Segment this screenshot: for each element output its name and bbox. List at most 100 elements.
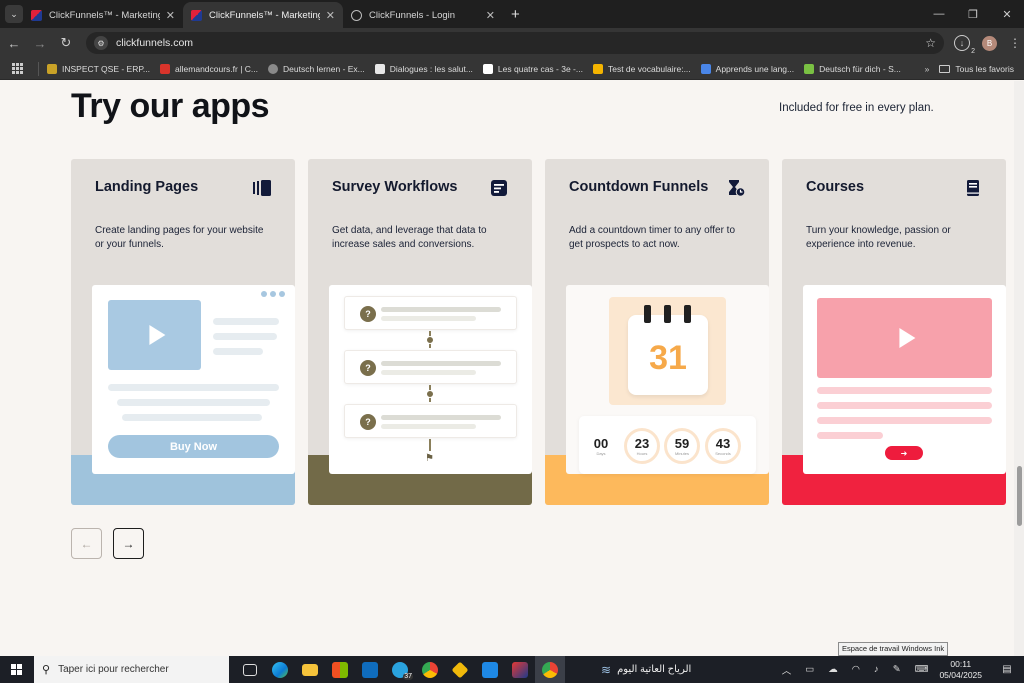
download-count: 2 — [971, 48, 975, 55]
bookmark-item[interactable]: Dialogues : les salut... — [374, 63, 473, 74]
page-title: Try our apps — [71, 87, 270, 125]
close-tab-icon[interactable]: ✕ — [166, 9, 175, 22]
restore-icon[interactable]: ❐ — [956, 0, 990, 28]
profile-avatar[interactable]: B — [982, 35, 997, 51]
volume-icon[interactable]: ♪ — [874, 664, 879, 675]
page-scrollbar[interactable] — [1014, 81, 1024, 656]
all-bookmarks-button[interactable]: Tous les favoris — [939, 64, 1014, 74]
close-tab-icon[interactable]: ✕ — [486, 9, 495, 22]
onedrive-icon[interactable]: ☁ — [828, 664, 838, 675]
placeholder-line — [817, 432, 883, 439]
dots-icon — [261, 291, 285, 297]
app-card-landing-pages[interactable]: Landing Pages Create landing pages for y… — [71, 159, 295, 505]
bookmark-star-icon[interactable]: ☆ — [925, 36, 936, 50]
app-card-countdown-funnels[interactable]: Countdown Funnels Add a countdown timer … — [545, 159, 769, 505]
card-title: Courses — [806, 179, 865, 195]
carousel-next-button[interactable]: → — [113, 528, 144, 559]
bookmark-label: Les quatre cas - 3e -... — [497, 63, 583, 74]
placeholder-line — [117, 399, 270, 406]
forward-icon[interactable]: → — [28, 31, 52, 55]
chrome-icon[interactable] — [415, 656, 445, 683]
timer-label: Seconds — [715, 451, 731, 456]
taskbar-clock[interactable]: 00:11 05/04/2025 — [939, 659, 982, 681]
binance-icon[interactable] — [445, 656, 475, 683]
close-window-icon[interactable]: ✕ — [990, 0, 1024, 28]
timer-label: Hours — [636, 451, 648, 456]
app-card-courses[interactable]: Courses Turn your knowledge, passion or … — [782, 159, 1006, 505]
placeholder-line — [817, 417, 992, 424]
app-blue-icon[interactable] — [475, 656, 505, 683]
notifications-icon[interactable]: ▤ — [997, 664, 1017, 675]
taskbar-search-input[interactable]: ⚲ Taper ici pour rechercher — [34, 656, 229, 683]
task-view-icon[interactable] — [235, 656, 265, 683]
hourglass-icon — [729, 180, 745, 197]
meet-now-icon[interactable]: ▭ — [805, 664, 814, 675]
bookmark-label: Deutsch lernen - Ex... — [283, 63, 365, 74]
download-icon[interactable]: ↓ 2 — [954, 35, 975, 55]
bookmark-item[interactable]: Apprends une lang... — [700, 63, 794, 74]
scrollbar-thumb[interactable] — [1017, 466, 1022, 526]
bookmark-item[interactable]: Deutsch lernen - Ex... — [268, 63, 365, 74]
calendar-icon: 31 — [628, 305, 708, 395]
wifi-icon[interactable]: ◠ — [852, 664, 860, 675]
calendar-ring — [664, 305, 671, 323]
new-tab-button[interactable]: + — [511, 6, 520, 23]
weather-text: الرياح العاتية اليوم — [617, 664, 692, 675]
globe-favicon — [351, 9, 362, 21]
carousel-prev-button[interactable]: ← — [71, 528, 102, 559]
store-icon[interactable] — [325, 656, 355, 683]
window-controls: — ❐ ✕ — [922, 0, 1024, 28]
book-icon — [967, 180, 979, 196]
video-thumbnail — [108, 300, 201, 370]
bookmark-label: allemandcours.fr | C... — [175, 63, 259, 74]
bookmark-item[interactable]: Deutsch für dich - S... — [804, 63, 901, 74]
tab-search-button[interactable]: ⌄ — [5, 5, 23, 23]
tab-clickfunnels-1[interactable]: ClickFunnels™ - Marketing Funnels ✕ — [23, 2, 183, 28]
back-icon[interactable]: ← — [2, 31, 26, 55]
windows-taskbar: ⚲ Taper ici pour rechercher 37 ≋ الرياح ال… — [0, 656, 1024, 683]
close-tab-icon[interactable]: ✕ — [326, 9, 335, 22]
timer-minutes: 59 Minutes — [664, 428, 700, 464]
outlook-icon[interactable] — [355, 656, 385, 683]
placeholder-line — [213, 348, 263, 355]
calendar-backdrop: 31 — [609, 297, 726, 405]
weather-widget[interactable]: ≋ الرياح العاتية اليوم — [601, 663, 691, 677]
survey-preview: ? ? ? ⚑ — [329, 285, 532, 474]
telegram-icon[interactable]: 37 — [385, 656, 415, 683]
placeholder-line — [213, 333, 277, 340]
placeholder-line — [213, 318, 279, 325]
tab-clickfunnels-login[interactable]: ClickFunnels - Login ✕ — [343, 2, 503, 28]
timer-days: 00 Days — [583, 428, 619, 464]
bookmark-label: Test de vocabulaire:... — [607, 63, 691, 74]
file-explorer-icon[interactable] — [295, 656, 325, 683]
reload-icon[interactable]: ↻ — [54, 31, 78, 55]
arrow-right-icon: ➜ — [885, 446, 923, 460]
minimize-icon[interactable]: — — [922, 0, 956, 28]
clock-time: 00:11 — [950, 658, 972, 669]
tray-chevron-icon[interactable]: ︿ — [782, 663, 792, 677]
timer-seconds: 43 Seconds — [705, 428, 741, 464]
chrome-active-icon[interactable] — [535, 656, 565, 683]
bookmark-item[interactable]: allemandcours.fr | C... — [160, 63, 259, 74]
site-info-icon[interactable]: ⚙ — [94, 36, 108, 50]
url-text: clickfunnels.com — [116, 37, 194, 49]
app-card-survey-workflows[interactable]: Survey Workflows Get data, and leverage … — [308, 159, 532, 505]
course-preview: ➜ — [803, 285, 1006, 474]
bookmark-item[interactable]: INSPECT QSE - ERP... — [47, 63, 150, 74]
telegram-badge: 37 — [403, 673, 413, 680]
windows-ink-icon[interactable]: ✎ — [893, 664, 901, 675]
tab-clickfunnels-2[interactable]: ClickFunnels™ - Marketing Funnels ✕ — [183, 2, 343, 28]
keyboard-icon[interactable]: ⌨ — [915, 664, 929, 675]
bookmark-item[interactable]: Les quatre cas - 3e -... — [482, 63, 583, 74]
paint-icon[interactable] — [505, 656, 535, 683]
url-input[interactable]: ⚙ clickfunnels.com ☆ — [86, 32, 944, 54]
bookmark-separator — [38, 61, 39, 76]
question-icon: ? — [360, 414, 376, 430]
start-button[interactable] — [0, 656, 34, 683]
apps-grid-icon[interactable] — [12, 62, 24, 75]
more-bookmarks-icon[interactable]: » — [925, 64, 930, 74]
bookmark-item[interactable]: Test de vocabulaire:... — [592, 63, 691, 74]
edge-icon[interactable] — [265, 656, 295, 683]
menu-kebab-icon[interactable]: ⋮ — [1009, 36, 1021, 50]
pages-stack-icon — [253, 180, 271, 196]
